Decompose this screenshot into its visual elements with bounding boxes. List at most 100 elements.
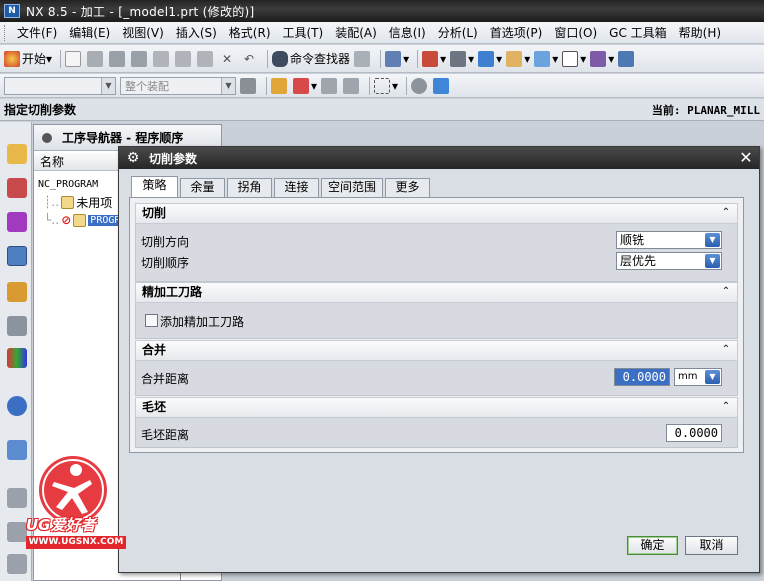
program-folder-icon	[61, 195, 75, 209]
selection-filter-button[interactable]: ▾	[385, 50, 409, 67]
tab-connections[interactable]: 连接	[274, 178, 319, 197]
cut-order-select[interactable]: 层优先 ▼	[616, 252, 722, 270]
group-merge-header[interactable]: 合并 ⌃	[135, 340, 738, 361]
tree-row-unused[interactable]: ┊‥ 未用项	[44, 193, 112, 211]
measure-button[interactable]	[321, 77, 339, 94]
reuse-library-icon[interactable]	[7, 316, 27, 336]
section-button[interactable]: ▾	[534, 50, 558, 67]
watermark-brand: UG爱好者	[26, 516, 96, 534]
program-order-nav-icon[interactable]	[7, 246, 27, 266]
merge-distance-label: 合并距离	[141, 372, 190, 386]
add-finish-checkbox[interactable]	[145, 314, 158, 327]
blank-distance-input[interactable]: 0.0000	[666, 424, 722, 442]
chevron-down-icon: ▼	[705, 233, 720, 247]
tree-line-icon: └‥	[44, 213, 60, 227]
start-button[interactable]: 开始 ▾	[4, 50, 52, 67]
merge-unit-select[interactable]: mm ▼	[674, 368, 722, 386]
intersect-button[interactable]	[343, 77, 361, 94]
assembly-nav-button[interactable]	[240, 77, 258, 94]
add-finish-label: 添加精加工刀路	[160, 315, 245, 329]
save-button[interactable]	[109, 50, 127, 67]
group-finish-header[interactable]: 精加工刀路 ⌃	[135, 282, 738, 303]
undo-button[interactable]: ↶	[241, 51, 259, 67]
menu-tools[interactable]: 工具(T)	[277, 24, 330, 41]
group-finish-body: 添加精加工刀路	[135, 303, 738, 339]
strategy-panel: 切削 ⌃ 切削方向 顺铣 ▼ 切削顺序 层优先 ▼ 精加工刀路 ⌃ 添加精加工刀…	[129, 197, 744, 453]
view-orient-button[interactable]: ▾	[506, 50, 530, 67]
menu-gc-toolbox[interactable]: GC 工具箱	[603, 24, 673, 41]
grid-button[interactable]	[618, 50, 636, 67]
tab-containment[interactable]: 空间范围	[321, 178, 383, 197]
assembly-scope-combo[interactable]: 整个装配 ▼	[120, 76, 236, 95]
close-icon[interactable]: ✕	[737, 149, 755, 167]
menu-grip-icon[interactable]	[4, 24, 7, 41]
collapse-chevron-icon[interactable]: ⌃	[719, 206, 733, 220]
shaded-button[interactable]: ▾	[478, 50, 502, 67]
tab-label: 连接	[284, 180, 309, 194]
method-nav-icon[interactable]	[7, 212, 27, 232]
print-button[interactable]	[131, 50, 149, 67]
start-icon	[4, 50, 20, 67]
menu-information[interactable]: 信息(I)	[383, 24, 432, 41]
delete-button[interactable]: ✕	[219, 51, 237, 67]
ok-button[interactable]: 确定	[627, 536, 678, 555]
binoculars-icon	[272, 50, 289, 67]
paste-button[interactable]	[197, 50, 215, 67]
cancel-button[interactable]: 取消	[685, 536, 738, 555]
menu-file[interactable]: 文件(F)	[11, 24, 63, 41]
snap-button[interactable]: ▾	[590, 50, 614, 67]
touch-mode-button[interactable]	[354, 50, 372, 67]
menu-assembly[interactable]: 装配(A)	[329, 24, 383, 41]
collapse-chevron-icon[interactable]: ⌃	[719, 343, 733, 357]
group-cut-header[interactable]: 切削 ⌃	[135, 203, 738, 224]
part-nav-icon[interactable]	[7, 282, 27, 302]
geometry-nav-icon[interactable]	[7, 178, 27, 198]
group-blank-header[interactable]: 毛坯 ⌃	[135, 397, 738, 418]
tree-row-nc-program[interactable]: NC_PROGRAM	[38, 175, 98, 193]
menu-format[interactable]: 格式(R)	[223, 24, 277, 41]
dialog-title-bar[interactable]: ⚙ 切削参数 ✕	[119, 147, 759, 169]
pick-point-button[interactable]: ▾	[293, 77, 317, 94]
type-filter-combo[interactable]: ▼	[4, 76, 116, 95]
copy-button[interactable]	[175, 50, 193, 67]
box-orient-icon	[506, 50, 523, 67]
layout-button[interactable]: ▾	[422, 50, 446, 67]
cut-button[interactable]	[153, 50, 171, 67]
machine-tool-nav-icon[interactable]	[7, 144, 27, 164]
menu-analysis[interactable]: 分析(L)	[432, 24, 484, 41]
rect-select-button[interactable]: ▾	[374, 77, 398, 94]
tree-row-program[interactable]: └‥ ⊘ PROGR	[44, 211, 123, 229]
merge-distance-input[interactable]: 0.0000	[614, 368, 670, 386]
history-icon[interactable]	[7, 396, 27, 416]
render-button[interactable]: ▾	[450, 50, 474, 67]
tab-corners[interactable]: 拐角	[227, 178, 272, 197]
background-button[interactable]: ▾	[562, 50, 586, 67]
snap-point-button[interactable]	[271, 77, 289, 94]
collapse-chevron-icon[interactable]: ⌃	[719, 400, 733, 414]
chevron-down-icon: ▼	[221, 77, 235, 94]
palette-icon[interactable]	[7, 348, 27, 368]
new-file-button[interactable]	[65, 50, 83, 67]
group-title: 精加工刀路	[142, 285, 203, 299]
merge-unit-value: mm	[678, 371, 698, 382]
tab-more[interactable]: 更多	[385, 178, 430, 197]
tab-stock[interactable]: 余量	[180, 178, 225, 197]
open-file-button[interactable]	[87, 50, 105, 67]
command-finder-button[interactable]: 命令查找器	[272, 50, 350, 67]
tab-strategy[interactable]: 策略	[131, 176, 178, 197]
print-icon	[131, 50, 148, 67]
menu-window[interactable]: 窗口(O)	[548, 24, 603, 41]
bottom-tool-icon[interactable]	[7, 554, 27, 574]
cut-direction-select[interactable]: 顺铣 ▼	[616, 231, 722, 249]
shape-button[interactable]	[411, 77, 429, 94]
tab-label: 拐角	[237, 180, 262, 194]
pin-icon[interactable]	[42, 132, 52, 143]
menu-view[interactable]: 视图(V)	[116, 24, 170, 41]
menu-insert[interactable]: 插入(S)	[170, 24, 223, 41]
solid-button[interactable]	[433, 77, 451, 94]
toolbar-separator	[266, 76, 267, 95]
menu-edit[interactable]: 编辑(E)	[63, 24, 116, 41]
menu-preferences[interactable]: 首选项(P)	[484, 24, 549, 41]
collapse-chevron-icon[interactable]: ⌃	[719, 285, 733, 299]
menu-help[interactable]: 帮助(H)	[673, 24, 727, 41]
